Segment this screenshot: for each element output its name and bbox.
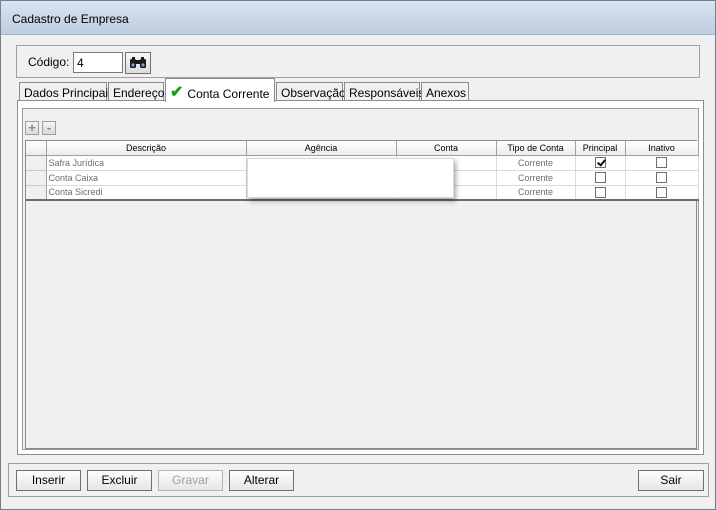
tab-responsaveis[interactable]: Responsáveis xyxy=(344,82,424,101)
excluir-button[interactable]: Excluir xyxy=(87,470,152,491)
cell-inativo xyxy=(625,155,699,171)
window-title: Cadastro de Empresa xyxy=(12,12,129,26)
cell-inativo xyxy=(625,170,699,186)
code-input[interactable] xyxy=(73,52,123,73)
code-panel: Código: xyxy=(16,45,700,78)
remove-row-button[interactable]: - xyxy=(42,121,56,135)
cell-principal xyxy=(575,185,626,201)
tab-label: Anexos xyxy=(426,86,467,100)
gravar-button[interactable]: Gravar xyxy=(158,470,223,491)
tab-label: Dados Principais xyxy=(24,86,115,100)
company-registration-window: Cadastro de Empresa Código: Dados Princi… xyxy=(0,0,716,510)
cell-principal xyxy=(575,170,626,186)
title-bar[interactable]: Cadastro de Empresa xyxy=(1,1,715,35)
sair-button[interactable]: Sair xyxy=(638,470,704,491)
tab-label: Conta Corrente xyxy=(187,87,270,101)
tab-label: Responsáveis xyxy=(349,86,425,100)
tab-observacao[interactable]: Observação xyxy=(276,82,346,101)
binoculars-icon xyxy=(130,57,146,68)
tab-page-conta-corrente: + - Descrição Agência Conta Tipo de Cont… xyxy=(17,100,704,455)
grid-header-row: Descrição Agência Conta Tipo de Conta Pr… xyxy=(26,141,699,156)
inativo-checkbox[interactable] xyxy=(656,186,667,198)
cell-inativo xyxy=(625,185,699,201)
cell-descricao[interactable]: Conta Caixa xyxy=(46,170,247,186)
row-indicator[interactable] xyxy=(26,185,47,201)
inativo-checkbox[interactable] xyxy=(656,172,667,184)
tab-dados-principais[interactable]: Dados Principais xyxy=(19,82,114,101)
search-button[interactable] xyxy=(125,52,151,74)
row-indicator[interactable] xyxy=(26,170,47,186)
tab-label: Endereço xyxy=(113,86,165,100)
cell-principal xyxy=(575,155,626,171)
principal-checkbox[interactable] xyxy=(594,157,606,169)
tab-conta-corrente[interactable]: ✔ Conta Corrente xyxy=(165,78,275,102)
tab-anexos[interactable]: Anexos xyxy=(421,82,469,101)
header-descricao[interactable]: Descrição xyxy=(46,141,247,156)
tab-endereco[interactable]: Endereço xyxy=(108,82,164,101)
cell-tipo-conta[interactable]: Corrente xyxy=(496,170,576,186)
cell-tipo-conta[interactable]: Corrente xyxy=(496,185,576,201)
cell-descricao[interactable]: Conta Sicredi xyxy=(46,185,247,201)
cell-tipo-conta[interactable]: Corrente xyxy=(496,155,576,171)
header-tipo-conta[interactable]: Tipo de Conta xyxy=(496,141,576,156)
principal-checkbox[interactable] xyxy=(594,186,606,198)
tab-label: Observação xyxy=(281,86,346,100)
row-indicator[interactable] xyxy=(26,155,47,171)
code-label: Código: xyxy=(28,55,70,69)
header-agencia[interactable]: Agência xyxy=(246,141,397,156)
row-indicator-header xyxy=(26,141,47,156)
inserir-button[interactable]: Inserir xyxy=(16,470,81,491)
principal-checkbox[interactable] xyxy=(594,172,606,184)
footer-button-bar: Inserir Excluir Gravar Alterar Sair xyxy=(8,463,709,497)
inativo-checkbox[interactable] xyxy=(656,157,667,169)
header-inativo[interactable]: Inativo xyxy=(625,141,699,156)
alterar-button[interactable]: Alterar xyxy=(229,470,294,491)
header-conta[interactable]: Conta xyxy=(396,141,497,156)
header-principal[interactable]: Principal xyxy=(575,141,626,156)
check-icon: ✔ xyxy=(170,84,184,101)
add-row-button[interactable]: + xyxy=(25,121,39,135)
cell-descricao[interactable]: Safra Jurídica xyxy=(46,155,247,171)
redaction-overlay xyxy=(247,158,454,198)
